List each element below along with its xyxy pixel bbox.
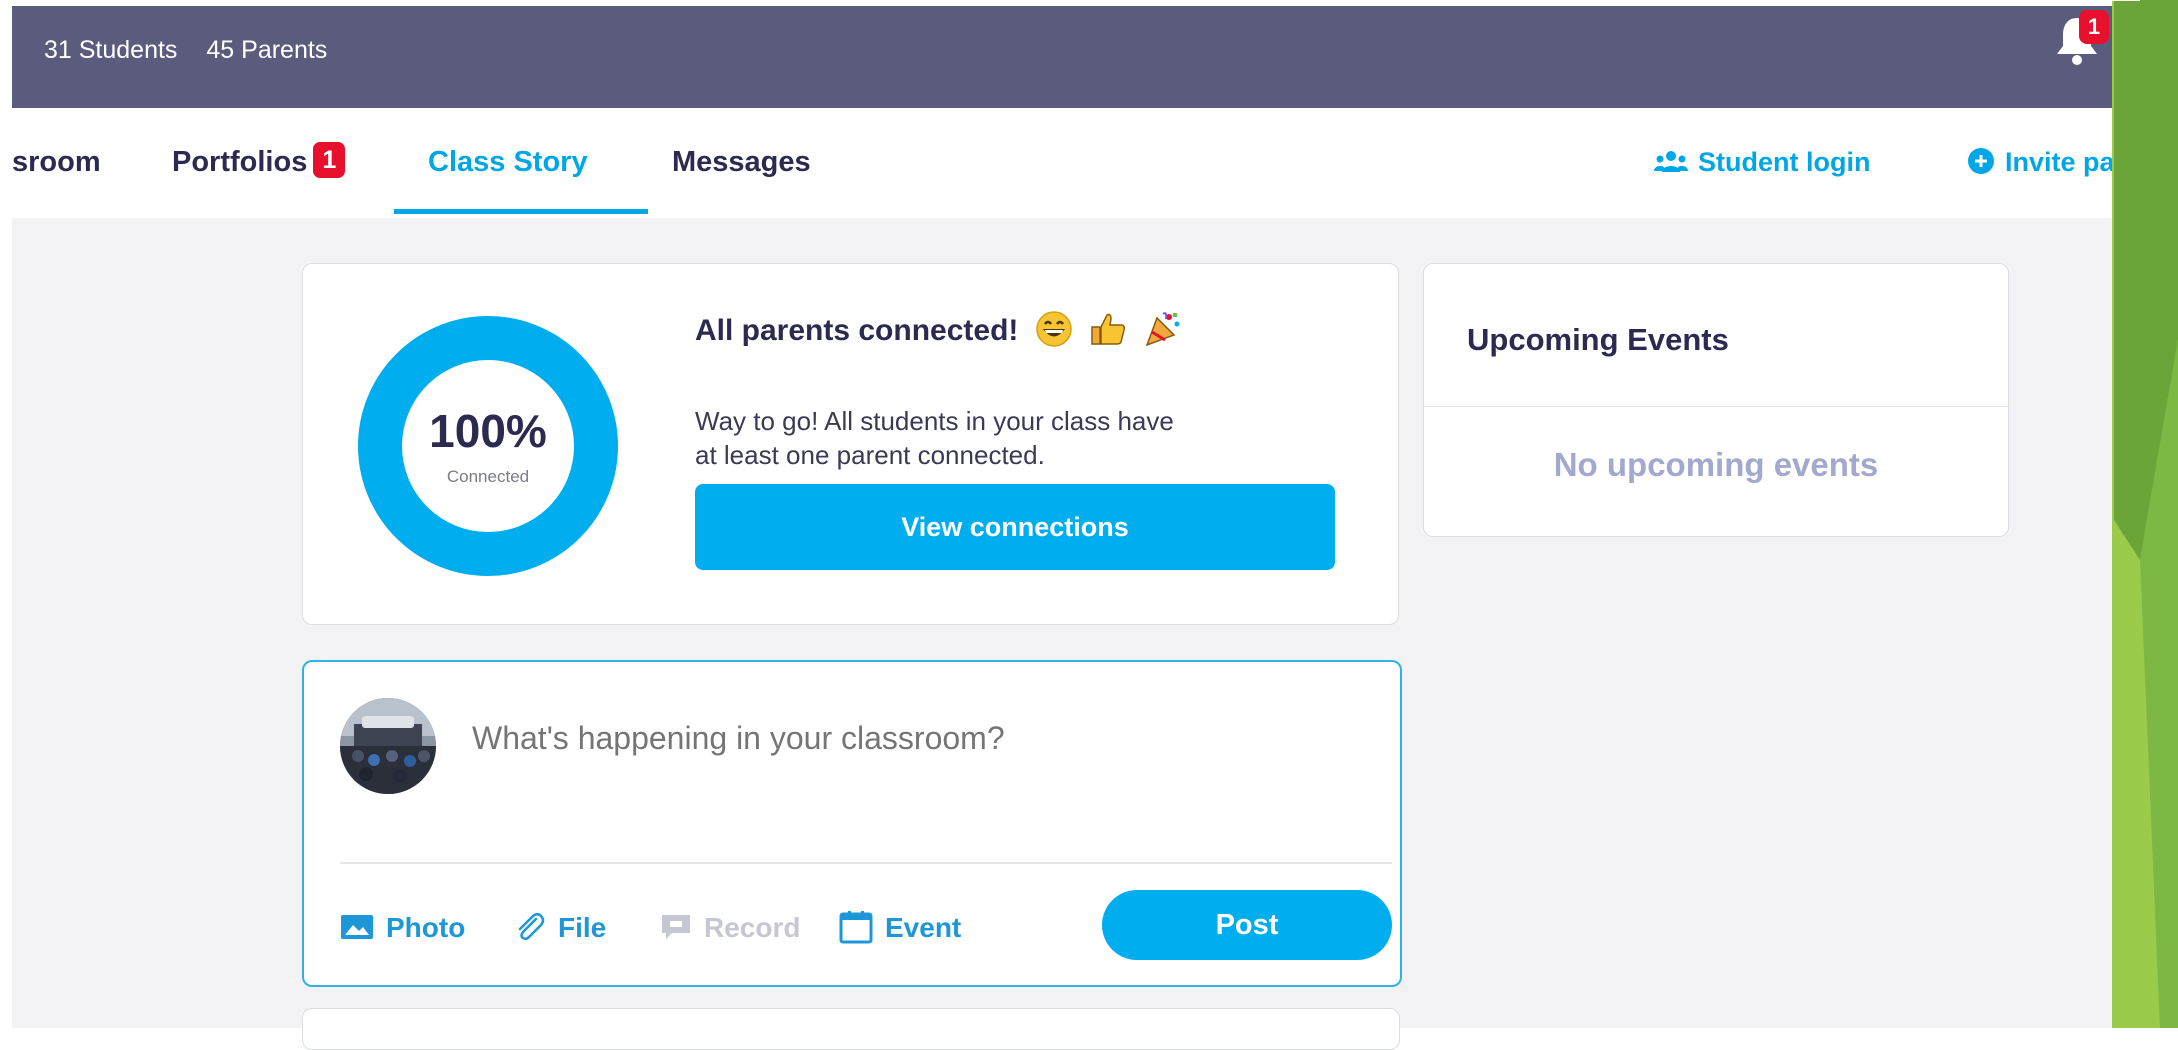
nav-bar: sroom Portfolios 1 Class Story Messages S… — [12, 108, 2165, 220]
decorative-green-edge — [2100, 0, 2178, 1028]
content-area: 100% Connected All parents connected! Wa… — [12, 218, 2165, 1050]
student-login-label: Student login — [1698, 147, 1871, 177]
parents-count[interactable]: 45 Parents — [206, 36, 327, 64]
connections-headline-text: All parents connected! — [695, 314, 1019, 347]
connection-percent: 100% — [429, 405, 547, 457]
event-button[interactable]: Event — [839, 908, 961, 948]
view-connections-button[interactable]: View connections — [695, 484, 1335, 570]
connections-headline: All parents connected! — [695, 311, 1183, 348]
post-button[interactable]: Post — [1102, 890, 1392, 960]
composer-divider — [340, 862, 1392, 864]
record-label: Record — [704, 912, 801, 943]
record-button[interactable]: Record — [660, 908, 800, 948]
connections-card: 100% Connected All parents connected! Wa… — [302, 263, 1399, 625]
tab-classroom[interactable]: sroom — [12, 108, 101, 216]
paperclip-icon — [518, 913, 545, 941]
student-login-link[interactable]: Student login — [1654, 108, 1870, 216]
tab-portfolios[interactable]: Portfolios 1 — [172, 108, 346, 216]
avatar — [340, 698, 436, 794]
portfolios-badge: 1 — [313, 142, 346, 179]
tab-class-story[interactable]: Class Story — [428, 108, 588, 216]
event-label: Event — [885, 912, 962, 943]
file-label: File — [558, 912, 607, 943]
calendar-icon — [839, 911, 873, 944]
speech-bubble-icon — [662, 915, 690, 940]
window-left-edge — [0, 0, 12, 1028]
photo-label: Photo — [386, 912, 466, 943]
events-divider — [1424, 406, 2008, 407]
party-popper-icon — [1146, 312, 1180, 347]
photo-button[interactable]: Photo — [340, 908, 465, 948]
students-count[interactable]: 31 Students — [44, 36, 177, 64]
upcoming-events-card: Upcoming Events No upcoming events — [1423, 263, 2009, 537]
file-button[interactable]: File — [512, 908, 606, 948]
class-counts: 31 Students 45 Parents — [44, 36, 349, 65]
top-bar: 31 Students 45 Parents — [12, 6, 2165, 108]
image-icon — [341, 915, 373, 940]
connections-description: Way to go! All students in your class ha… — [695, 406, 1174, 470]
thumbs-up-icon — [1091, 313, 1126, 345]
grinning-face-icon — [1036, 311, 1072, 347]
upcoming-events-title: Upcoming Events — [1467, 322, 1729, 357]
tab-portfolios-label: Portfolios — [172, 146, 308, 178]
no-events-message: No upcoming events — [1553, 446, 1879, 483]
post-input[interactable] — [472, 720, 1272, 757]
post-composer: Photo File Record Event Post — [302, 660, 1402, 987]
connection-percent-label: Connected — [446, 467, 530, 486]
plus-circle-icon — [1968, 147, 1994, 174]
next-post-card — [302, 1008, 1400, 1050]
tab-messages[interactable]: Messages — [672, 108, 811, 216]
active-tab-indicator — [394, 209, 648, 214]
students-icon — [1654, 150, 1688, 172]
class-photo-avatar — [340, 698, 436, 794]
